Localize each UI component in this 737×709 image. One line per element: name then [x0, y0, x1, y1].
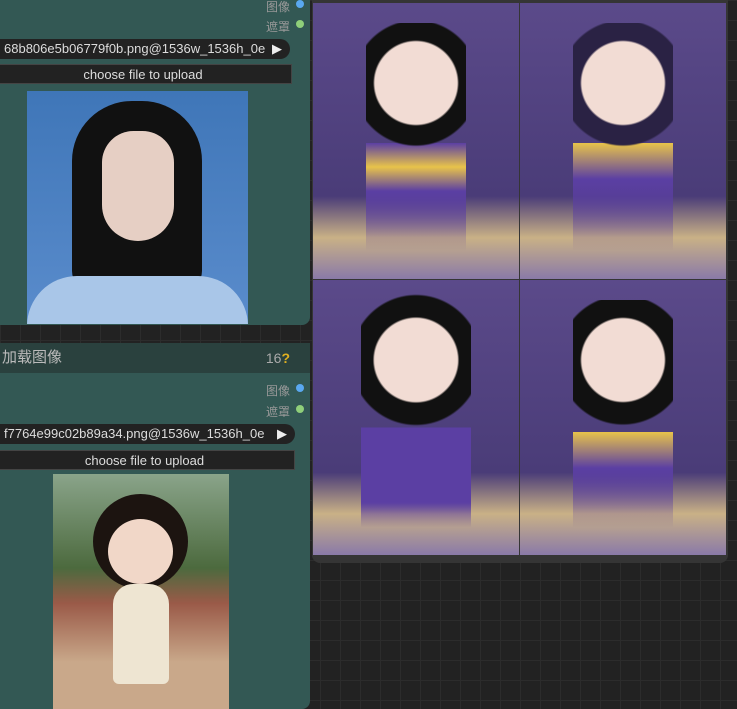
- output-mask[interactable]: 遮罩: [265, 403, 304, 420]
- upload-button[interactable]: choose file to upload: [0, 450, 295, 470]
- output-dot-icon[interactable]: [296, 0, 304, 8]
- play-arrow-icon[interactable]: ▶: [272, 39, 282, 59]
- play-arrow-icon[interactable]: ▶: [277, 424, 287, 444]
- image-filename-select[interactable]: 68b806e5b06779f0b.png@1536w_1536h_0e ▶: [0, 39, 290, 59]
- load-image-node-2[interactable]: 加载图像 16? 图像 遮罩 f7764e99c02b89a34.png@153…: [0, 343, 310, 709]
- image-preview: [27, 91, 248, 324]
- output-label: 遮罩: [265, 405, 290, 419]
- help-icon[interactable]: ?: [281, 350, 290, 366]
- generated-image-4[interactable]: [520, 280, 726, 555]
- image-filename-select[interactable]: f7764e99c02b89a34.png@1536w_1536h_0e ▶: [0, 424, 295, 444]
- output-image[interactable]: 图像: [265, 0, 304, 15]
- output-dot-icon[interactable]: [296, 405, 304, 413]
- generated-image-2[interactable]: [520, 3, 726, 279]
- output-dot-icon[interactable]: [296, 384, 304, 392]
- filename-value: 68b806e5b06779f0b.png@1536w_1536h_0e: [4, 41, 266, 56]
- output-label: 遮罩: [265, 20, 290, 34]
- node-title: 加载图像: [2, 349, 63, 366]
- node-header[interactable]: 加载图像 16?: [0, 343, 310, 373]
- output-dot-icon[interactable]: [296, 20, 304, 28]
- upload-button[interactable]: choose file to upload: [0, 64, 292, 84]
- node-id: 16: [265, 350, 282, 366]
- generated-image-1[interactable]: [313, 3, 519, 279]
- generated-image-3[interactable]: [313, 280, 519, 555]
- output-mask[interactable]: 遮罩: [265, 18, 304, 35]
- output-label: 图像: [265, 384, 290, 398]
- filename-value: f7764e99c02b89a34.png@1536w_1536h_0e: [4, 426, 265, 441]
- load-image-node-1[interactable]: 图像 遮罩 68b806e5b06779f0b.png@1536w_1536h_…: [0, 0, 310, 325]
- image-preview: [53, 474, 229, 709]
- output-image[interactable]: 图像: [265, 382, 304, 399]
- preview-image-node[interactable]: [312, 0, 728, 563]
- output-label: 图像: [265, 0, 290, 14]
